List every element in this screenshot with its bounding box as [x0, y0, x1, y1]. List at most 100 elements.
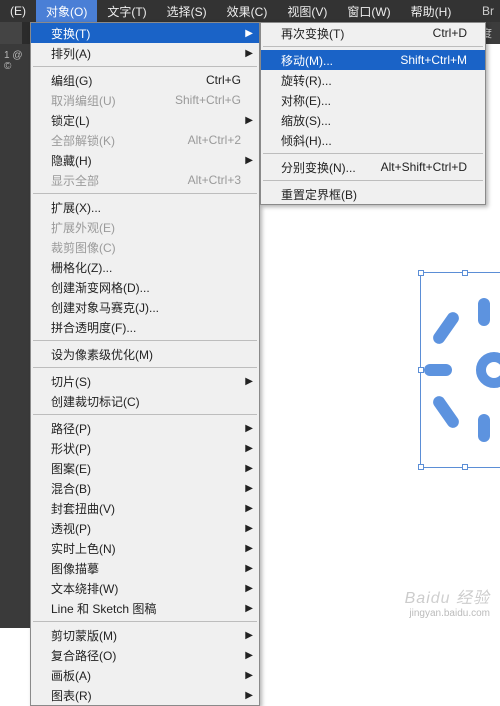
object-menu-item-25[interactable]: 图案(E)▶ — [31, 458, 259, 478]
object-menu-item-15[interactable]: 创建对象马赛克(J)... — [31, 297, 259, 317]
transform-menu-item-0[interactable]: 再次变换(T)Ctrl+D — [261, 23, 485, 43]
submenu-arrow-icon: ▶ — [245, 603, 253, 614]
menu-item-label: 创建渐变网格(D)... — [51, 279, 241, 296]
menu-shortcut: Alt+Ctrl+3 — [188, 173, 241, 187]
transform-menu-item-4[interactable]: 对称(E)... — [261, 90, 485, 110]
object-menu-item-5[interactable]: 锁定(L)▶ — [31, 110, 259, 130]
watermark: Baidu 经验 jingyan.baidu.com — [405, 589, 490, 620]
swatch-button[interactable] — [0, 22, 22, 44]
menu-separator — [263, 153, 483, 154]
menubar: (E) 对象(O) 文字(T) 选择(S) 效果(C) 视图(V) 窗口(W) … — [0, 0, 500, 22]
object-menu-item-14[interactable]: 创建渐变网格(D)... — [31, 277, 259, 297]
object-menu-item-27[interactable]: 封套扭曲(V)▶ — [31, 498, 259, 518]
submenu-arrow-icon: ▶ — [245, 463, 253, 474]
submenu-arrow-icon: ▶ — [245, 48, 253, 59]
object-menu-item-18[interactable]: 设为像素级优化(M) — [31, 344, 259, 364]
object-menu-item-10[interactable]: 扩展(X)... — [31, 197, 259, 217]
object-menu-item-11: 扩展外观(E) — [31, 217, 259, 237]
transform-menu-item-3[interactable]: 旋转(R)... — [261, 70, 485, 90]
submenu-arrow-icon: ▶ — [245, 155, 253, 166]
submenu-arrow-icon: ▶ — [245, 630, 253, 641]
object-menu-item-6: 全部解锁(K)Alt+Ctrl+2 — [31, 130, 259, 150]
menu-type[interactable]: 文字(T) — [97, 0, 156, 22]
menu-separator — [33, 340, 257, 341]
menu-item-label: 创建裁切标记(C) — [51, 393, 241, 410]
menu-window[interactable]: 窗口(W) — [337, 0, 400, 22]
object-menu-item-3[interactable]: 编组(G)Ctrl+G — [31, 70, 259, 90]
object-menu-item-35[interactable]: 复合路径(O) ▶ — [31, 645, 259, 665]
submenu-arrow-icon: ▶ — [245, 670, 253, 681]
menu-object[interactable]: 对象(O) — [36, 0, 97, 22]
menu-item-label: 图像描摹 — [51, 560, 241, 577]
menu-item-label: 文本绕排(W) — [51, 580, 241, 597]
menu-edit[interactable]: (E) — [0, 0, 36, 22]
submenu-arrow-icon: ▶ — [245, 583, 253, 594]
submenu-arrow-icon: ▶ — [245, 443, 253, 454]
object-menu-item-36[interactable]: 画板(A) ▶ — [31, 665, 259, 685]
object-menu-item-37[interactable]: 图表(R)▶ — [31, 685, 259, 705]
object-menu-item-32[interactable]: Line 和 Sketch 图稿 ▶ — [31, 598, 259, 618]
sun-shape — [420, 312, 500, 432]
menu-item-label: 扩展(X)... — [51, 199, 241, 216]
submenu-arrow-icon: ▶ — [245, 650, 253, 661]
object-menu: 变换(T)▶排列(A)▶编组(G)Ctrl+G取消编组(U)Shift+Ctrl… — [30, 22, 260, 706]
object-menu-item-24[interactable]: 形状(P)▶ — [31, 438, 259, 458]
object-menu-item-34[interactable]: 剪切蒙版(M) ▶ — [31, 625, 259, 645]
menu-shortcut: Alt+Shift+Ctrl+D — [381, 160, 467, 174]
menu-item-label: Line 和 Sketch 图稿 — [51, 600, 241, 617]
menu-shortcut: Alt+Ctrl+2 — [188, 133, 241, 147]
menu-item-label: 画板(A) — [51, 667, 241, 684]
menu-item-label: 对称(E)... — [281, 92, 467, 109]
menu-separator — [33, 414, 257, 415]
object-menu-item-29[interactable]: 实时上色(N)▶ — [31, 538, 259, 558]
object-menu-item-26[interactable]: 混合(B)▶ — [31, 478, 259, 498]
submenu-arrow-icon: ▶ — [245, 563, 253, 574]
toolbar-hint-br: Br — [482, 4, 500, 18]
object-menu-item-30[interactable]: 图像描摹 ▶ — [31, 558, 259, 578]
menu-item-label: 栅格化(Z)... — [51, 259, 241, 276]
object-menu-item-8: 显示全部Alt+Ctrl+3 — [31, 170, 259, 190]
object-menu-item-21[interactable]: 创建裁切标记(C) — [31, 391, 259, 411]
menu-item-label: 缩放(S)... — [281, 112, 467, 129]
transform-menu-item-8[interactable]: 分别变换(N)... Alt+Shift+Ctrl+D — [261, 157, 485, 177]
menu-item-label: 分别变换(N)... — [281, 159, 357, 176]
menu-separator — [263, 180, 483, 181]
submenu-arrow-icon: ▶ — [245, 28, 253, 39]
transform-menu-item-5[interactable]: 缩放(S)... — [261, 110, 485, 130]
menu-item-label: 复合路径(O) — [51, 647, 241, 664]
object-menu-item-16[interactable]: 拼合透明度(F)... — [31, 317, 259, 337]
menu-help[interactable]: 帮助(H) — [401, 0, 462, 22]
menu-item-label: 再次变换(T) — [281, 25, 409, 42]
menu-item-label: 混合(B) — [51, 480, 241, 497]
menu-effect[interactable]: 效果(C) — [217, 0, 278, 22]
object-menu-item-31[interactable]: 文本绕排(W) ▶ — [31, 578, 259, 598]
menu-separator — [33, 193, 257, 194]
transform-menu-item-10[interactable]: 重置定界框(B) — [261, 184, 485, 204]
object-menu-item-1[interactable]: 排列(A)▶ — [31, 43, 259, 63]
transform-menu-item-2[interactable]: 移动(M)...Shift+Ctrl+M — [261, 50, 485, 70]
menu-view[interactable]: 视图(V) — [277, 0, 337, 22]
menu-item-label: 变换(T) — [51, 25, 241, 42]
object-menu-item-7[interactable]: 隐藏(H)▶ — [31, 150, 259, 170]
object-menu-item-20[interactable]: 切片(S)▶ — [31, 371, 259, 391]
menu-item-label: 透视(P) — [51, 520, 241, 537]
object-menu-item-13[interactable]: 栅格化(Z)... — [31, 257, 259, 277]
menu-separator — [33, 621, 257, 622]
menu-item-label: 旋转(R)... — [281, 72, 467, 89]
submenu-arrow-icon: ▶ — [245, 423, 253, 434]
menu-item-label: 切片(S) — [51, 373, 241, 390]
transform-menu-item-6[interactable]: 倾斜(H)... — [261, 130, 485, 150]
menu-item-label: 剪切蒙版(M) — [51, 627, 241, 644]
sidebar-text: 1 @ © — [0, 44, 30, 78]
submenu-arrow-icon: ▶ — [245, 115, 253, 126]
menu-shortcut: Shift+Ctrl+G — [175, 93, 241, 107]
object-menu-item-28[interactable]: 透视(P)▶ — [31, 518, 259, 538]
left-sidebar: 1 @ © — [0, 44, 30, 628]
object-menu-item-0[interactable]: 变换(T) ▶ — [31, 23, 259, 43]
object-menu-item-23[interactable]: 路径(P)▶ — [31, 418, 259, 438]
submenu-arrow-icon: ▶ — [245, 503, 253, 514]
menu-item-label: 裁剪图像(C) — [51, 239, 241, 256]
menu-shortcut: Ctrl+G — [206, 73, 241, 87]
transform-submenu: 再次变换(T)Ctrl+D 移动(M)...Shift+Ctrl+M 旋转(R)..… — [260, 22, 486, 205]
menu-select[interactable]: 选择(S) — [157, 0, 217, 22]
